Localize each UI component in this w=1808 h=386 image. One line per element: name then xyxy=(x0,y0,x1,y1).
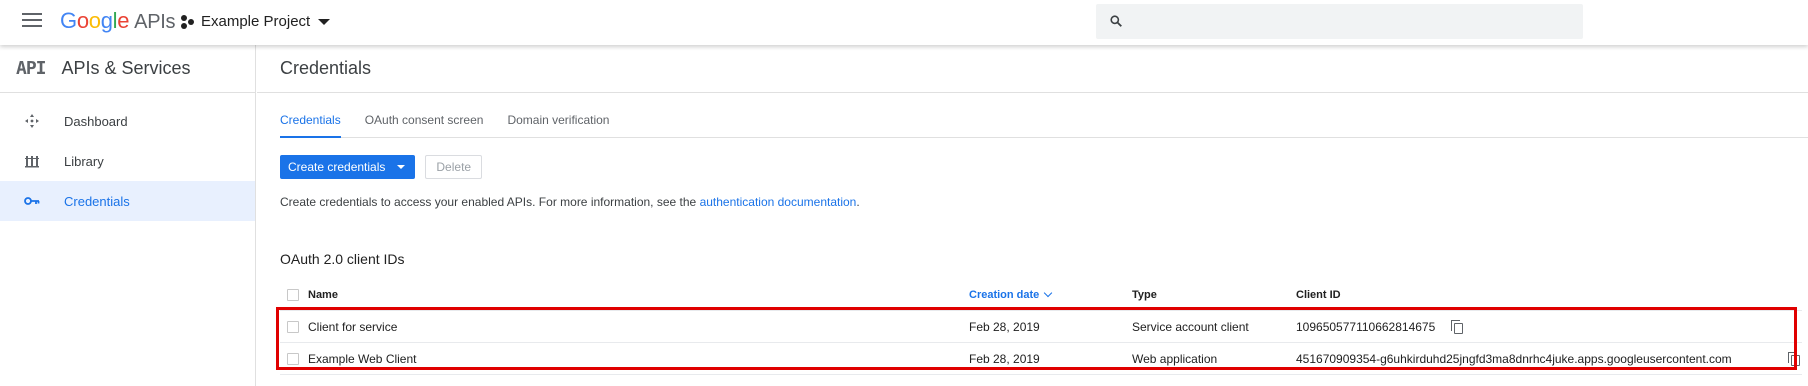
search-icon xyxy=(1110,15,1122,27)
dashboard-icon xyxy=(20,113,44,129)
sidebar-item-dashboard[interactable]: Dashboard xyxy=(0,101,255,141)
project-selector[interactable]: Example Project xyxy=(181,13,331,30)
client-name-link[interactable]: Example Web Client xyxy=(308,352,969,366)
row-checkbox[interactable] xyxy=(287,352,299,365)
key-icon xyxy=(20,196,44,206)
client-type: Service account client xyxy=(1132,319,1249,334)
column-header-type[interactable]: Type xyxy=(1132,289,1296,301)
api-logo-icon: API xyxy=(16,58,46,79)
search-input[interactable] xyxy=(1096,4,1583,39)
sidebar-title: APIs & Services xyxy=(61,58,191,78)
tab-bar: Credentials OAuth consent screen Domain … xyxy=(280,110,1808,138)
client-type: Web application xyxy=(1132,351,1218,366)
hamburger-menu-icon[interactable] xyxy=(22,13,42,27)
select-all-checkbox[interactable] xyxy=(287,288,299,301)
tab-credentials[interactable]: Credentials xyxy=(280,110,341,138)
sidebar-item-label: Dashboard xyxy=(64,113,128,129)
project-dots-icon xyxy=(181,14,195,29)
client-id-value: 109650577110662814675 xyxy=(1296,319,1436,334)
copy-icon[interactable] xyxy=(1788,352,1802,366)
section-title: OAuth 2.0 client IDs xyxy=(280,251,405,267)
page-title: Credentials xyxy=(280,58,372,78)
project-name: Example Project xyxy=(201,13,311,30)
sidebar-item-label: Credentials xyxy=(64,193,130,209)
dropdown-caret-icon xyxy=(397,165,406,169)
creation-date: Feb 28, 2019 xyxy=(969,319,1040,334)
creation-date: Feb 28, 2019 xyxy=(969,351,1040,366)
row-checkbox[interactable] xyxy=(287,320,299,333)
main-content: Credentials Credentials OAuth consent sc… xyxy=(257,45,1808,386)
table-row[interactable]: Client for service Feb 28, 2019 Service … xyxy=(280,311,1802,343)
sidebar-item-library[interactable]: Library xyxy=(0,141,255,181)
action-bar: Create credentials Delete xyxy=(280,155,483,179)
tab-oauth-consent-screen[interactable]: OAuth consent screen xyxy=(365,110,484,138)
table-header-row: Name Creation date Type Client ID xyxy=(280,279,1802,311)
table-row[interactable]: Example Web Client Feb 28, 2019 Web appl… xyxy=(280,343,1802,375)
sidebar: API APIs & Services Dashboard Library Cr… xyxy=(0,45,256,386)
page-header: Credentials xyxy=(257,45,1808,93)
create-credentials-label: Create credentials xyxy=(288,160,386,174)
column-header-client-id[interactable]: Client ID xyxy=(1296,289,1802,301)
library-icon xyxy=(20,154,44,168)
tab-domain-verification[interactable]: Domain verification xyxy=(507,110,609,138)
create-credentials-button[interactable]: Create credentials xyxy=(280,155,416,179)
sort-descending-icon xyxy=(1044,288,1053,297)
google-apis-logo[interactable]: Google APIs xyxy=(60,8,176,34)
sidebar-item-credentials[interactable]: Credentials xyxy=(0,181,255,221)
sidebar-header: API APIs & Services xyxy=(0,45,255,93)
sidebar-item-label: Library xyxy=(64,153,104,169)
top-app-bar: Google APIs Example Project xyxy=(0,0,1808,45)
chevron-down-icon xyxy=(318,18,331,25)
oauth-clients-table: Name Creation date Type Client ID Client… xyxy=(280,279,1802,375)
column-header-name[interactable]: Name xyxy=(308,289,969,301)
delete-button[interactable]: Delete xyxy=(425,155,483,179)
description-text: Create credentials to access your enable… xyxy=(280,195,860,209)
client-id-value: 451670909354-g6uhkirduhd25jngfd3ma8dnrhc… xyxy=(1296,351,1732,366)
client-name-link[interactable]: Client for service xyxy=(308,320,969,334)
authentication-documentation-link[interactable]: authentication documentation xyxy=(700,195,857,209)
client-id-cell: 109650577110662814675 xyxy=(1296,319,1802,334)
copy-icon[interactable] xyxy=(1451,319,1465,334)
client-id-cell: 451670909354-g6uhkirduhd25jngfd3ma8dnrhc… xyxy=(1296,352,1802,366)
column-header-creation-date[interactable]: Creation date xyxy=(969,288,1132,301)
